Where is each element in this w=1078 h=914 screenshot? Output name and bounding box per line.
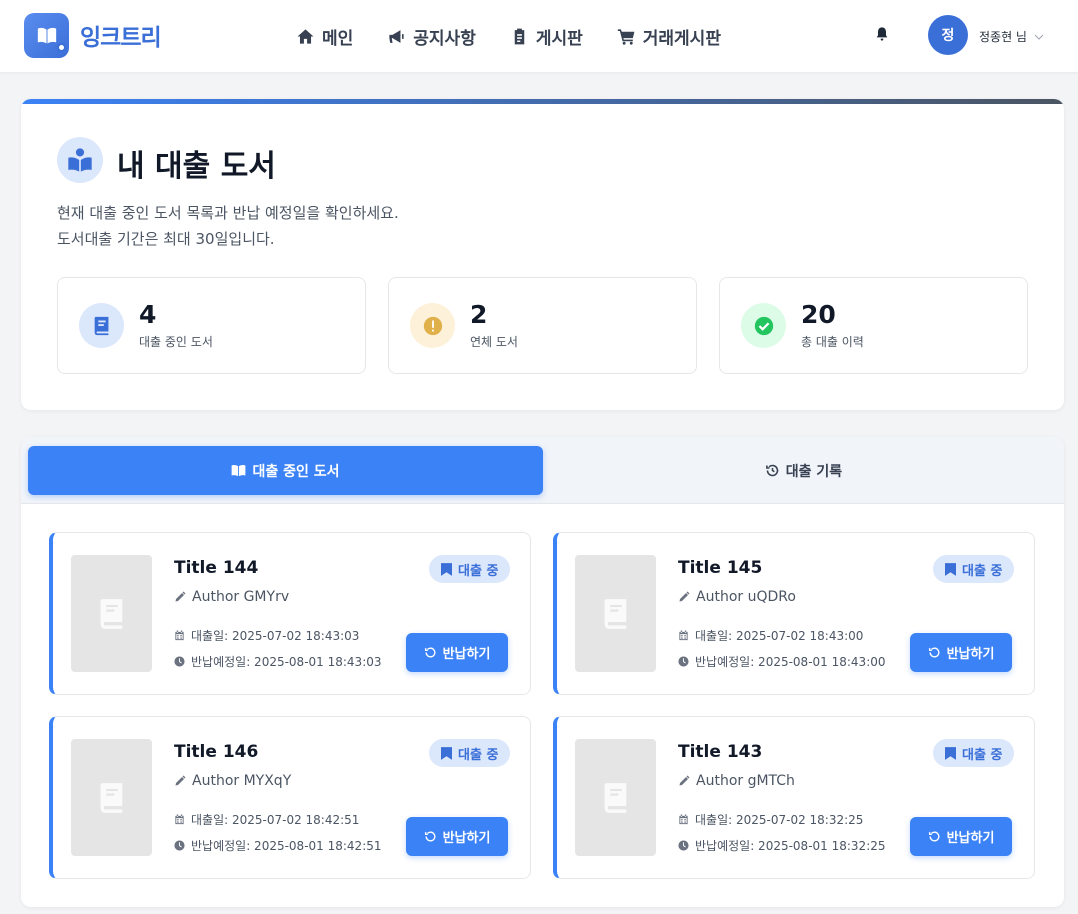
loan-summary-card: 내 대출 도서 현재 대출 중인 도서 목록과 반납 예정일을 확인하세요. 도… xyxy=(21,99,1064,410)
loan-book-card: Title 146 Author MYXqY 대출일: 2025-07-02 1… xyxy=(49,716,531,879)
loan-date: 대출일: 2025-07-02 18:32:25 xyxy=(678,811,863,828)
loan-book-card: Title 145 Author uQDRo 대출일: 2025-07-02 1… xyxy=(553,532,1035,695)
loan-date: 대출일: 2025-07-02 18:42:51 xyxy=(174,811,359,828)
return-button[interactable]: 반납하기 xyxy=(910,633,1012,672)
megaphone-icon xyxy=(389,30,404,43)
undo-icon xyxy=(928,831,940,842)
due-date: 반납예정일: 2025-08-01 18:43:03 xyxy=(174,653,382,670)
stat-value: 4 xyxy=(139,300,157,329)
tab-bar: 대출 중인 도서 대출 기록 xyxy=(21,437,1064,504)
tab-loan-history[interactable]: 대출 기록 xyxy=(543,446,1064,495)
tab-current-loans[interactable]: 대출 중인 도서 xyxy=(28,446,543,495)
book-title[interactable]: Title 144 xyxy=(174,558,258,578)
clock-icon xyxy=(174,840,185,851)
status-badge: 대출 중 xyxy=(429,555,511,583)
book-author: Author gMTCh xyxy=(678,773,795,789)
page-title: 내 대출 도서 xyxy=(117,149,276,184)
loan-book-card: Title 144 Author GMYrv 대출일: 2025-07-02 1… xyxy=(49,532,531,695)
book-icon xyxy=(79,303,124,348)
loan-period-note: 도서대출 기간은 최대 30일입니다. xyxy=(57,230,275,248)
home-icon xyxy=(297,29,314,44)
book-author: Author uQDRo xyxy=(678,589,796,605)
pencil-icon xyxy=(679,775,690,786)
book-cover-placeholder xyxy=(575,555,656,672)
calendar-icon xyxy=(679,630,688,641)
nav-item-main[interactable]: 메인 xyxy=(296,24,353,49)
undo-icon xyxy=(424,831,436,842)
pencil-icon xyxy=(175,775,186,786)
loan-date: 대출일: 2025-07-02 18:43:03 xyxy=(174,627,359,644)
book-cover-placeholder xyxy=(71,739,152,856)
return-button[interactable]: 반납하기 xyxy=(406,633,508,672)
calendar-icon xyxy=(175,814,184,825)
due-date: 반납예정일: 2025-08-01 18:42:51 xyxy=(174,837,382,854)
book-title[interactable]: Title 143 xyxy=(678,742,762,762)
return-button[interactable]: 반납하기 xyxy=(406,817,508,856)
undo-icon xyxy=(424,647,436,658)
stat-value: 2 xyxy=(470,300,488,329)
bell-icon[interactable] xyxy=(874,26,890,42)
reader-icon xyxy=(57,137,103,183)
pencil-icon xyxy=(175,591,186,602)
clock-icon xyxy=(174,656,185,667)
cart-icon xyxy=(617,29,635,45)
stat-card-current-loans: 4 대출 중인 도서 xyxy=(57,277,366,374)
bookmark-icon xyxy=(945,562,956,576)
avatar[interactable]: 정 xyxy=(928,15,968,55)
book-author: Author GMYrv xyxy=(174,589,289,605)
card-accent-bar xyxy=(21,99,1064,104)
clipboard-icon xyxy=(514,28,525,45)
due-date: 반납예정일: 2025-08-01 18:32:25 xyxy=(678,837,886,854)
bookmark-icon xyxy=(945,746,956,760)
chevron-down-icon[interactable] xyxy=(1033,28,1045,40)
bookmark-icon xyxy=(441,562,452,576)
open-book-icon xyxy=(232,465,246,477)
nav-item-trade-board[interactable]: 거래게시판 xyxy=(617,24,721,49)
status-badge: 대출 중 xyxy=(933,739,1015,767)
calendar-icon xyxy=(679,814,688,825)
main-nav: 메인 공지사항 게시판 거래게시판 xyxy=(296,24,721,49)
stat-label: 총 대출 이력 xyxy=(801,335,864,349)
check-circle-icon xyxy=(741,303,786,348)
book-icon xyxy=(604,782,626,813)
bookmark-icon xyxy=(441,746,452,760)
nav-item-notice[interactable]: 공지사항 xyxy=(387,24,476,49)
logo-text[interactable]: 잉크트리 xyxy=(80,18,162,52)
user-name[interactable]: 정종현 님 xyxy=(979,28,1027,45)
loan-date: 대출일: 2025-07-02 18:43:00 xyxy=(678,627,863,644)
book-title[interactable]: Title 145 xyxy=(678,558,762,578)
history-icon xyxy=(765,464,779,477)
calendar-icon xyxy=(175,630,184,641)
logo-icon[interactable] xyxy=(24,13,69,58)
loan-list-card: 대출 중인 도서 대출 기록 Title 144 Author GMYrv 대출… xyxy=(21,437,1064,907)
stat-card-total-history: 20 총 대출 이력 xyxy=(719,277,1028,374)
book-cover-placeholder xyxy=(71,555,152,672)
book-icon xyxy=(100,598,122,629)
top-navbar: 잉크트리 메인 공지사항 게시판 거래게시판 정 정종현 님 xyxy=(0,0,1078,72)
loan-book-card: Title 143 Author gMTCh 대출일: 2025-07-02 1… xyxy=(553,716,1035,879)
return-button[interactable]: 반납하기 xyxy=(910,817,1012,856)
stat-label: 대출 중인 도서 xyxy=(139,335,213,349)
pencil-icon xyxy=(679,591,690,602)
book-icon xyxy=(100,782,122,813)
status-badge: 대출 중 xyxy=(933,555,1015,583)
book-cover-placeholder xyxy=(575,739,656,856)
book-author: Author MYXqY xyxy=(174,773,291,789)
stat-value: 20 xyxy=(801,300,836,329)
status-badge: 대출 중 xyxy=(429,739,511,767)
page-description: 현재 대출 중인 도서 목록과 반납 예정일을 확인하세요. xyxy=(57,204,399,222)
stat-label: 연체 도서 xyxy=(470,335,518,349)
book-icon xyxy=(604,598,626,629)
warning-icon xyxy=(410,303,455,348)
due-date: 반납예정일: 2025-08-01 18:43:00 xyxy=(678,653,886,670)
nav-item-board[interactable]: 게시판 xyxy=(510,24,583,49)
stat-card-overdue: 2 연체 도서 xyxy=(388,277,697,374)
clock-icon xyxy=(678,840,689,851)
undo-icon xyxy=(928,647,940,658)
book-title[interactable]: Title 146 xyxy=(174,742,258,762)
clock-icon xyxy=(678,656,689,667)
